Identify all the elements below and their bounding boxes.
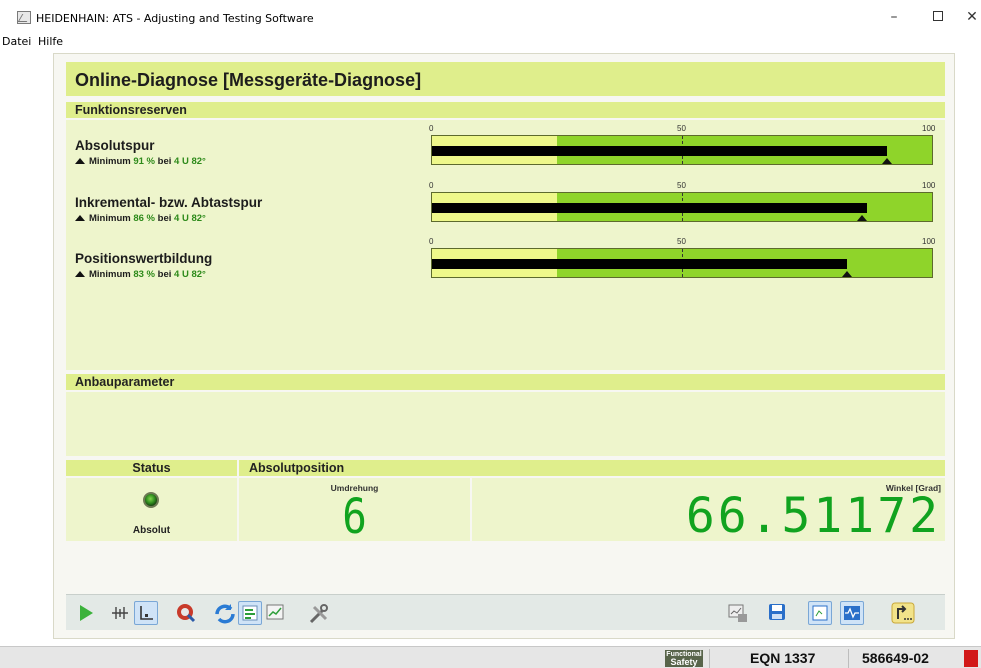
scale-label: 0 (429, 237, 434, 246)
min-marker-icon (75, 158, 85, 164)
app-icon (17, 11, 31, 24)
reserve-bar (431, 248, 933, 278)
min-at-value: 4 U 82° (174, 156, 206, 167)
menu-bar: Datei Hilfe (0, 34, 981, 50)
status-cell: Absolut (66, 478, 237, 541)
scale-label: 100 (922, 181, 936, 190)
min-marker-icon (75, 271, 85, 277)
page-title: Online-Diagnose [Messgeräte-Diagnose] (75, 70, 422, 90)
reserve-minimum: Minimum 86 % bei 4 U 82° (75, 213, 206, 224)
bar-fill (432, 259, 847, 269)
min-value: 91 % (133, 156, 155, 167)
scale-label: 50 (677, 237, 686, 246)
page-header: Online-Diagnose [Messgeräte-Diagnose] (66, 62, 945, 96)
revolution-cell: Umdrehung 6 (239, 478, 470, 545)
device-name: EQN 1337 (750, 650, 816, 666)
absolutposition-header: Absolutposition (239, 460, 945, 476)
bar-scale: 0 50 100 (429, 237, 936, 247)
revolution-value: 6 (342, 489, 367, 545)
scale-label: 50 (677, 124, 686, 133)
min-at-value: 4 U 82° (174, 213, 206, 224)
functional-safety-badge: Functional Safety (665, 650, 703, 667)
absolutposition-header-label: Absolutposition (249, 461, 345, 475)
bar-fill (432, 146, 887, 156)
min-marker-icon (75, 215, 85, 221)
anbauparameter-area (66, 392, 945, 456)
angle-value: 66.51172 (685, 488, 941, 544)
chart-icon[interactable] (264, 601, 288, 625)
tools-icon[interactable] (306, 601, 330, 625)
maximize-icon (933, 10, 943, 21)
play-icon[interactable] (74, 601, 98, 625)
min-bei: bei (157, 156, 172, 167)
min-bei: bei (157, 213, 172, 224)
menu-hilfe[interactable]: Hilfe (38, 35, 63, 48)
view-icon[interactable] (808, 601, 832, 625)
min-at-value: 4 U 82° (174, 269, 206, 280)
magnet-icon[interactable] (174, 601, 198, 625)
reserve-bar (431, 192, 933, 222)
reserve-minimum: Minimum 83 % bei 4 U 82° (75, 269, 206, 280)
reserve-bar (431, 135, 933, 165)
scale-label: 50 (677, 181, 686, 190)
status-bar: Functional Safety EQN 1337 586649-02 (0, 646, 981, 668)
min-marker-icon (882, 158, 892, 164)
device-id: 586649-02 (862, 650, 929, 666)
scale-label: 0 (429, 181, 434, 190)
angle-cell: Winkel [Grad] 66.51172 (472, 478, 945, 544)
maximize-button[interactable] (921, 6, 955, 28)
menu-datei[interactable]: Datei (2, 35, 31, 48)
reserve-name: Positionswertbildung (75, 251, 213, 266)
section-title: Funktionsreserven (75, 103, 187, 117)
reserve-row: Inkremental- bzw. Abtastspur Minimum 86 … (66, 181, 945, 233)
bar-fill (432, 203, 867, 213)
scale-label: 100 (922, 124, 936, 133)
min-value: 83 % (133, 269, 155, 280)
close-button[interactable]: ✕ (955, 6, 981, 28)
footer-divider (709, 649, 710, 668)
axis-icon[interactable] (134, 601, 158, 625)
min-value: 86 % (133, 213, 155, 224)
section-funktionsreserven: Funktionsreserven (66, 102, 945, 118)
reserve-name: Absolutspur (75, 138, 155, 153)
footer-divider (848, 649, 849, 668)
alert-icon (964, 650, 978, 667)
minimize-button[interactable]: – (877, 6, 911, 28)
min-bei: bei (157, 269, 172, 280)
section-anbauparameter: Anbauparameter (66, 374, 945, 390)
grid-icon[interactable] (108, 601, 132, 625)
reserve-minimum: Minimum 91 % bei 4 U 82° (75, 156, 206, 167)
min-prefix: Minimum (89, 269, 131, 280)
status-led-icon (143, 492, 159, 508)
scale-label: 100 (922, 237, 936, 246)
reserve-row: Absolutspur Minimum 91 % bei 4 U 82° 0 5… (66, 124, 945, 176)
section-title: Anbauparameter (75, 375, 175, 389)
min-marker-icon (857, 215, 867, 221)
app-window: HEIDENHAIN: ATS - Adjusting and Testing … (0, 0, 981, 668)
min-prefix: Minimum (89, 156, 131, 167)
save-icon[interactable] (766, 601, 790, 625)
bars-icon[interactable] (238, 601, 262, 625)
status-text: Absolut (132, 525, 171, 536)
status-header: Status (66, 460, 237, 476)
bottom-toolbar (66, 594, 945, 630)
reserve-row: Positionswertbildung Minimum 83 % bei 4 … (66, 237, 945, 289)
min-marker-icon (842, 271, 852, 277)
window-title: HEIDENHAIN: ATS - Adjusting and Testing … (36, 12, 314, 25)
title-bar: HEIDENHAIN: ATS - Adjusting and Testing … (0, 0, 981, 34)
status-header-label: Status (132, 461, 171, 475)
refresh-icon[interactable] (212, 601, 236, 625)
diagnose-panel: Online-Diagnose [Messgeräte-Diagnose] Fu… (53, 53, 955, 639)
badge-bottom: Safety (670, 657, 698, 667)
scope-icon[interactable] (840, 601, 864, 625)
bar-scale: 0 50 100 (429, 124, 936, 134)
scale-label: 0 (429, 124, 434, 133)
export-icon[interactable] (726, 601, 750, 625)
min-prefix: Minimum (89, 213, 131, 224)
exit-icon[interactable] (890, 601, 915, 625)
bar-scale: 0 50 100 (429, 181, 936, 191)
reserve-name: Inkremental- bzw. Abtastspur (75, 195, 263, 210)
